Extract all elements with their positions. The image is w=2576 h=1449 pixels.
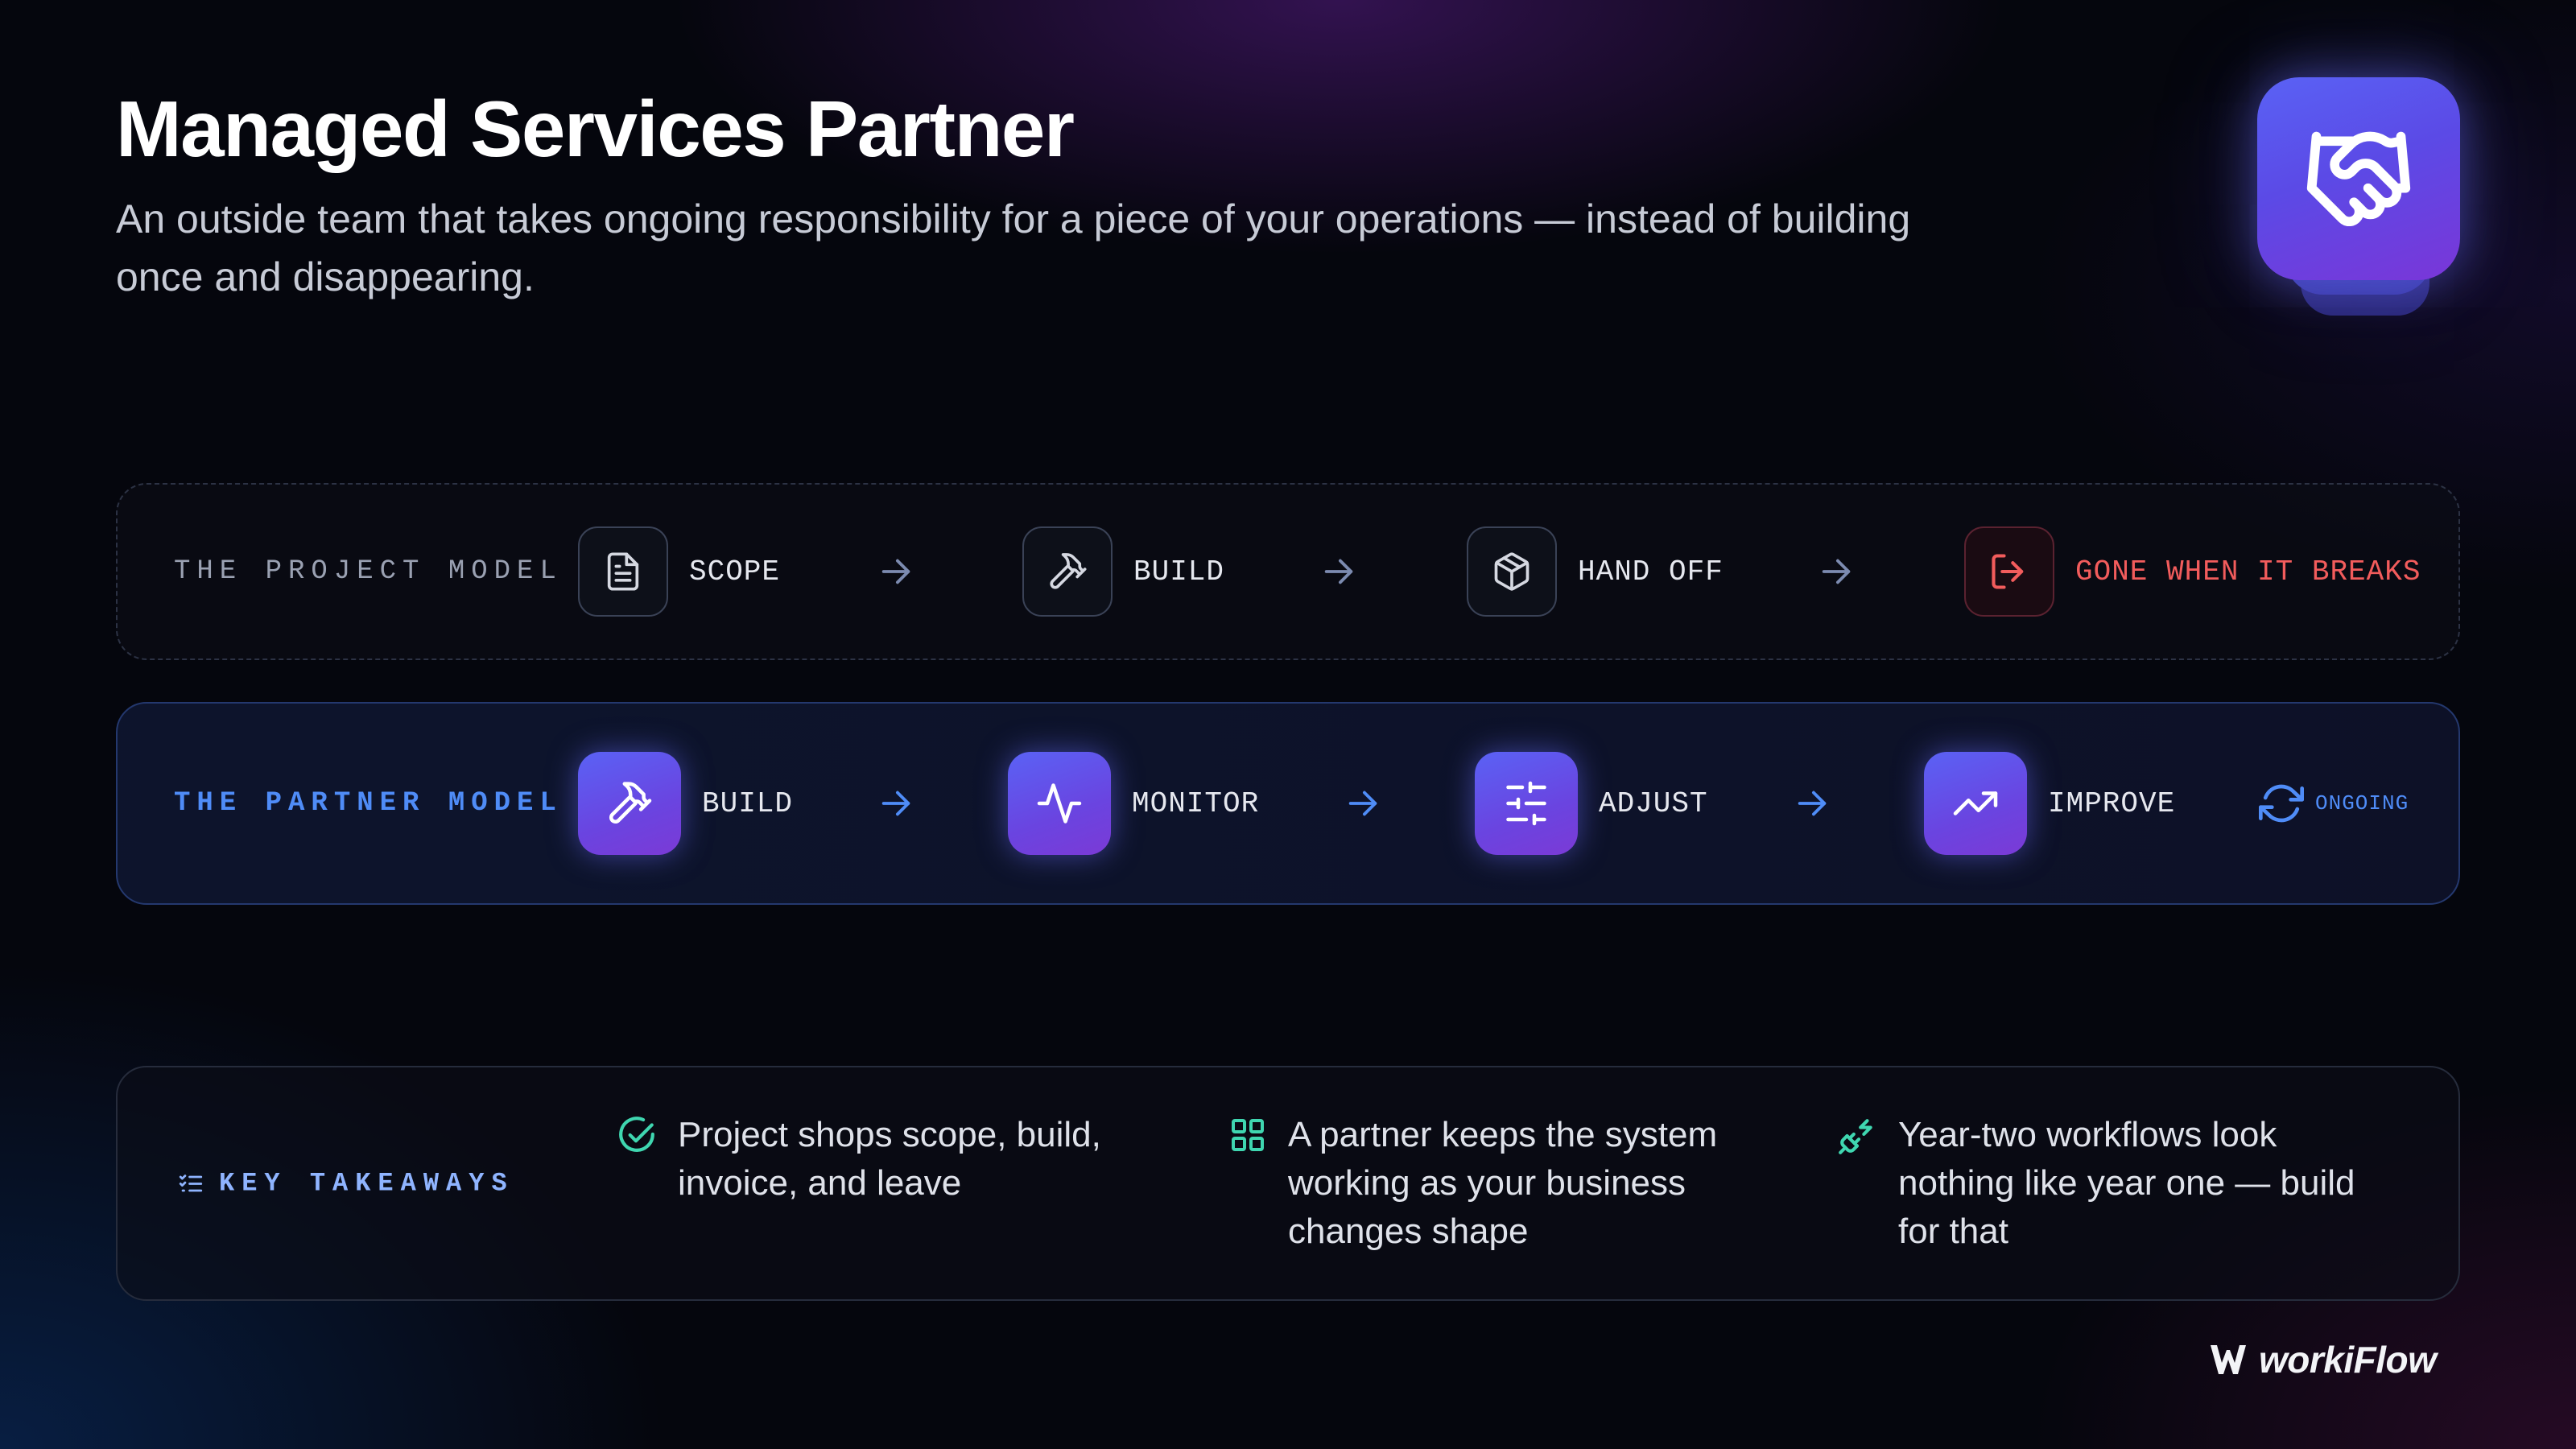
ongoing-indicator: ONGOING <box>2259 781 2409 826</box>
project-model-label: THE PROJECT MODEL <box>174 556 563 587</box>
takeaway-item: Project shops scope, build, invoice, and… <box>617 1111 1180 1208</box>
arrow-right-icon <box>1822 559 1851 584</box>
partner-step-improve: IMPROVE <box>1924 752 2175 855</box>
page-title: Managed Services Partner <box>116 85 1075 173</box>
brand: workiFlow <box>2209 1338 2437 1381</box>
arrow-right-icon <box>1348 791 1377 816</box>
arrow-right-icon <box>881 791 910 816</box>
takeaway-item: Year-two workflows look nothing like yea… <box>1837 1111 2401 1256</box>
grid-icon <box>1232 1119 1264 1151</box>
partner-model-row: THE PARTNER MODEL BUILD MONITOR ADJUST I… <box>116 702 2460 905</box>
key-takeaways-panel: KEY TAKEAWAYS Project shops scope, build… <box>116 1066 2460 1301</box>
check-circle-icon <box>619 1117 654 1152</box>
step-label: BUILD <box>1133 555 1225 588</box>
pulse-icon <box>1008 752 1111 855</box>
workiflow-logo <box>2211 1345 2246 1374</box>
document-icon <box>578 526 668 617</box>
hero-icon-stack <box>2257 77 2460 324</box>
step-label: ADJUST <box>1599 786 1708 820</box>
brand-name: workiFlow <box>2259 1339 2437 1381</box>
partner-step-adjust: ADJUST <box>1475 752 1708 855</box>
key-takeaways-heading: KEY TAKEAWAYS <box>177 1169 514 1199</box>
partner-model-label: THE PARTNER MODEL <box>174 788 563 819</box>
handshake-icon <box>2257 77 2460 280</box>
partner-step-build: BUILD <box>578 752 793 855</box>
arrow-right-icon <box>1798 791 1827 816</box>
exit-icon <box>1964 526 2054 617</box>
takeaway-item: A partner keeps the system working as yo… <box>1228 1111 1792 1256</box>
step-label: MONITOR <box>1132 786 1260 820</box>
trend-up-icon <box>1924 752 2027 855</box>
partner-step-monitor: MONITOR <box>1008 752 1259 855</box>
project-step-build: BUILD <box>1022 526 1224 617</box>
takeaway-text: A partner keeps the system working as yo… <box>1288 1115 1718 1251</box>
step-label: SCOPE <box>689 555 781 588</box>
project-model-row: THE PROJECT MODEL SCOPE BUILD HAND OFF G… <box>116 483 2460 660</box>
takeaway-text: Project shops scope, build, invoice, and… <box>678 1115 1101 1203</box>
sliders-icon <box>1475 752 1578 855</box>
step-label: HAND OFF <box>1578 555 1724 588</box>
project-step-hand-off: HAND OFF <box>1467 526 1724 617</box>
key-takeaways-label: KEY TAKEAWAYS <box>219 1168 514 1199</box>
plug-icon <box>1839 1119 1872 1154</box>
step-label: GONE WHEN IT BREAKS <box>2075 555 2421 588</box>
arrow-right-icon <box>881 559 910 584</box>
project-step-scope: SCOPE <box>578 526 780 617</box>
project-step-gone: GONE WHEN IT BREAKS <box>1964 526 2421 617</box>
arrow-right-icon <box>1324 559 1353 584</box>
step-label: BUILD <box>702 786 794 820</box>
step-label: IMPROVE <box>2048 786 2176 820</box>
hammer-icon <box>1022 526 1113 617</box>
hammer-icon <box>578 752 681 855</box>
refresh-icon <box>2259 784 2304 823</box>
box-icon <box>1467 526 1557 617</box>
takeaway-text: Year-two workflows look nothing like yea… <box>1898 1115 2355 1251</box>
ongoing-label: ONGOING <box>2315 791 2409 815</box>
checklist-icon <box>179 1174 203 1191</box>
page-subtitle: An outside team that takes ongoing respo… <box>116 196 1911 299</box>
